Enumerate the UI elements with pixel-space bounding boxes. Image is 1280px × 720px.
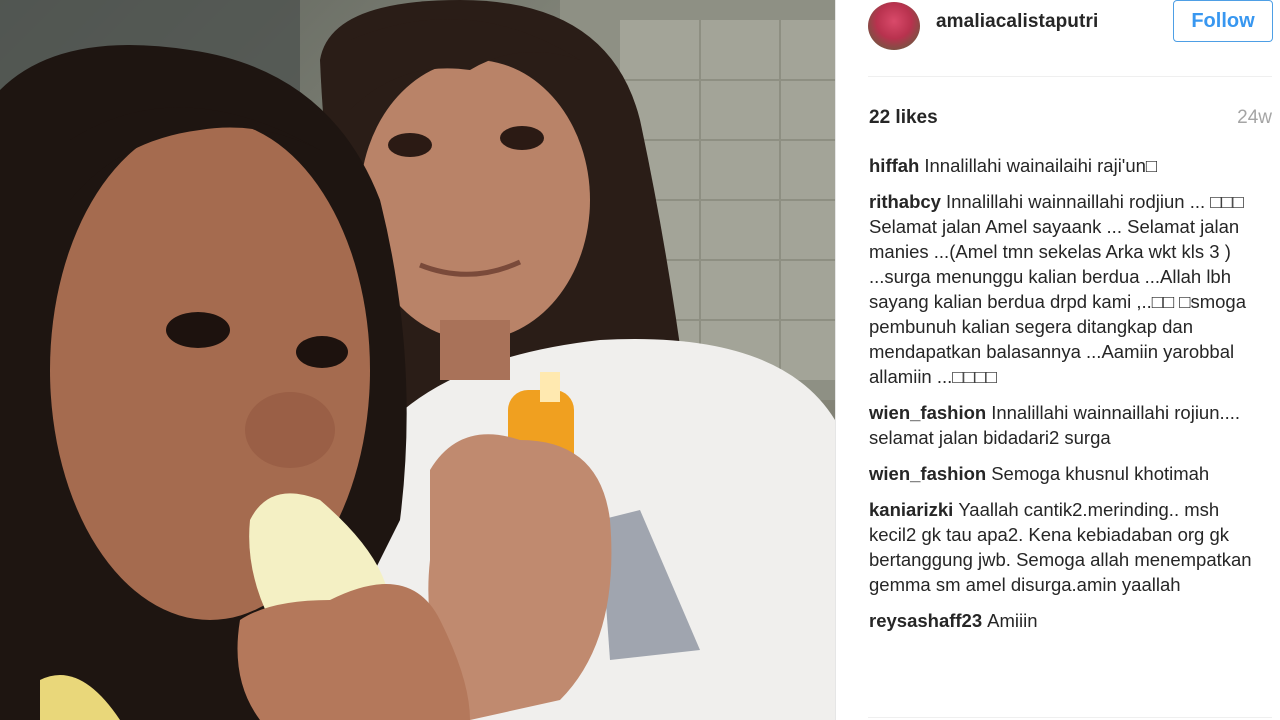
avatar[interactable]: [868, 2, 920, 50]
comment-author[interactable]: hiffah: [869, 155, 919, 176]
comment-item: hiffah Innalillahi wainailaihi raji'un□: [869, 153, 1269, 178]
comment-text: Semoga khusnul khotimah: [991, 463, 1210, 484]
comment-text: Amiiin: [987, 610, 1038, 631]
likes-count[interactable]: 22 likes: [869, 107, 938, 129]
comment-author[interactable]: reysashaff23: [869, 610, 982, 631]
comment-author[interactable]: kaniarizki: [869, 499, 953, 520]
post-photo[interactable]: [0, 0, 835, 720]
photo-illustration: [0, 0, 835, 720]
footer-divider: [868, 717, 1272, 718]
comment-list: hiffah Innalillahi wainailaihi raji'un□ r…: [869, 153, 1269, 644]
header-divider: [868, 76, 1272, 77]
comment-item: rithabcy Innalillahi wainnaillahi rodjiun…: [869, 189, 1269, 389]
comment-item: wien_fashion Innalillahi wainnaillahi roj…: [869, 400, 1269, 450]
follow-button[interactable]: Follow: [1173, 0, 1273, 42]
comment-text: Innalillahi wainnaillahi rodjiun ... □□□…: [869, 191, 1246, 387]
comment-item: kaniarizki Yaallah cantik2.merinding.. ms…: [869, 497, 1269, 597]
comment-author[interactable]: rithabcy: [869, 191, 941, 212]
instagram-post: amaliacalistaputri Follow 22 likes 24w h…: [0, 0, 1280, 720]
comment-text: Innalillahi wainailaihi raji'un□: [924, 155, 1158, 176]
post-sidebar: amaliacalistaputri Follow 22 likes 24w h…: [835, 0, 1280, 720]
post-time[interactable]: 24w: [1237, 107, 1272, 129]
comment-item: reysashaff23 Amiiin: [869, 608, 1269, 633]
comment-author[interactable]: wien_fashion: [869, 402, 986, 423]
comment-item: wien_fashion Semoga khusnul khotimah: [869, 461, 1269, 486]
username-link[interactable]: amaliacalistaputri: [936, 11, 1098, 33]
post-header: amaliacalistaputri Follow: [836, 0, 1280, 76]
comment-author[interactable]: wien_fashion: [869, 463, 986, 484]
